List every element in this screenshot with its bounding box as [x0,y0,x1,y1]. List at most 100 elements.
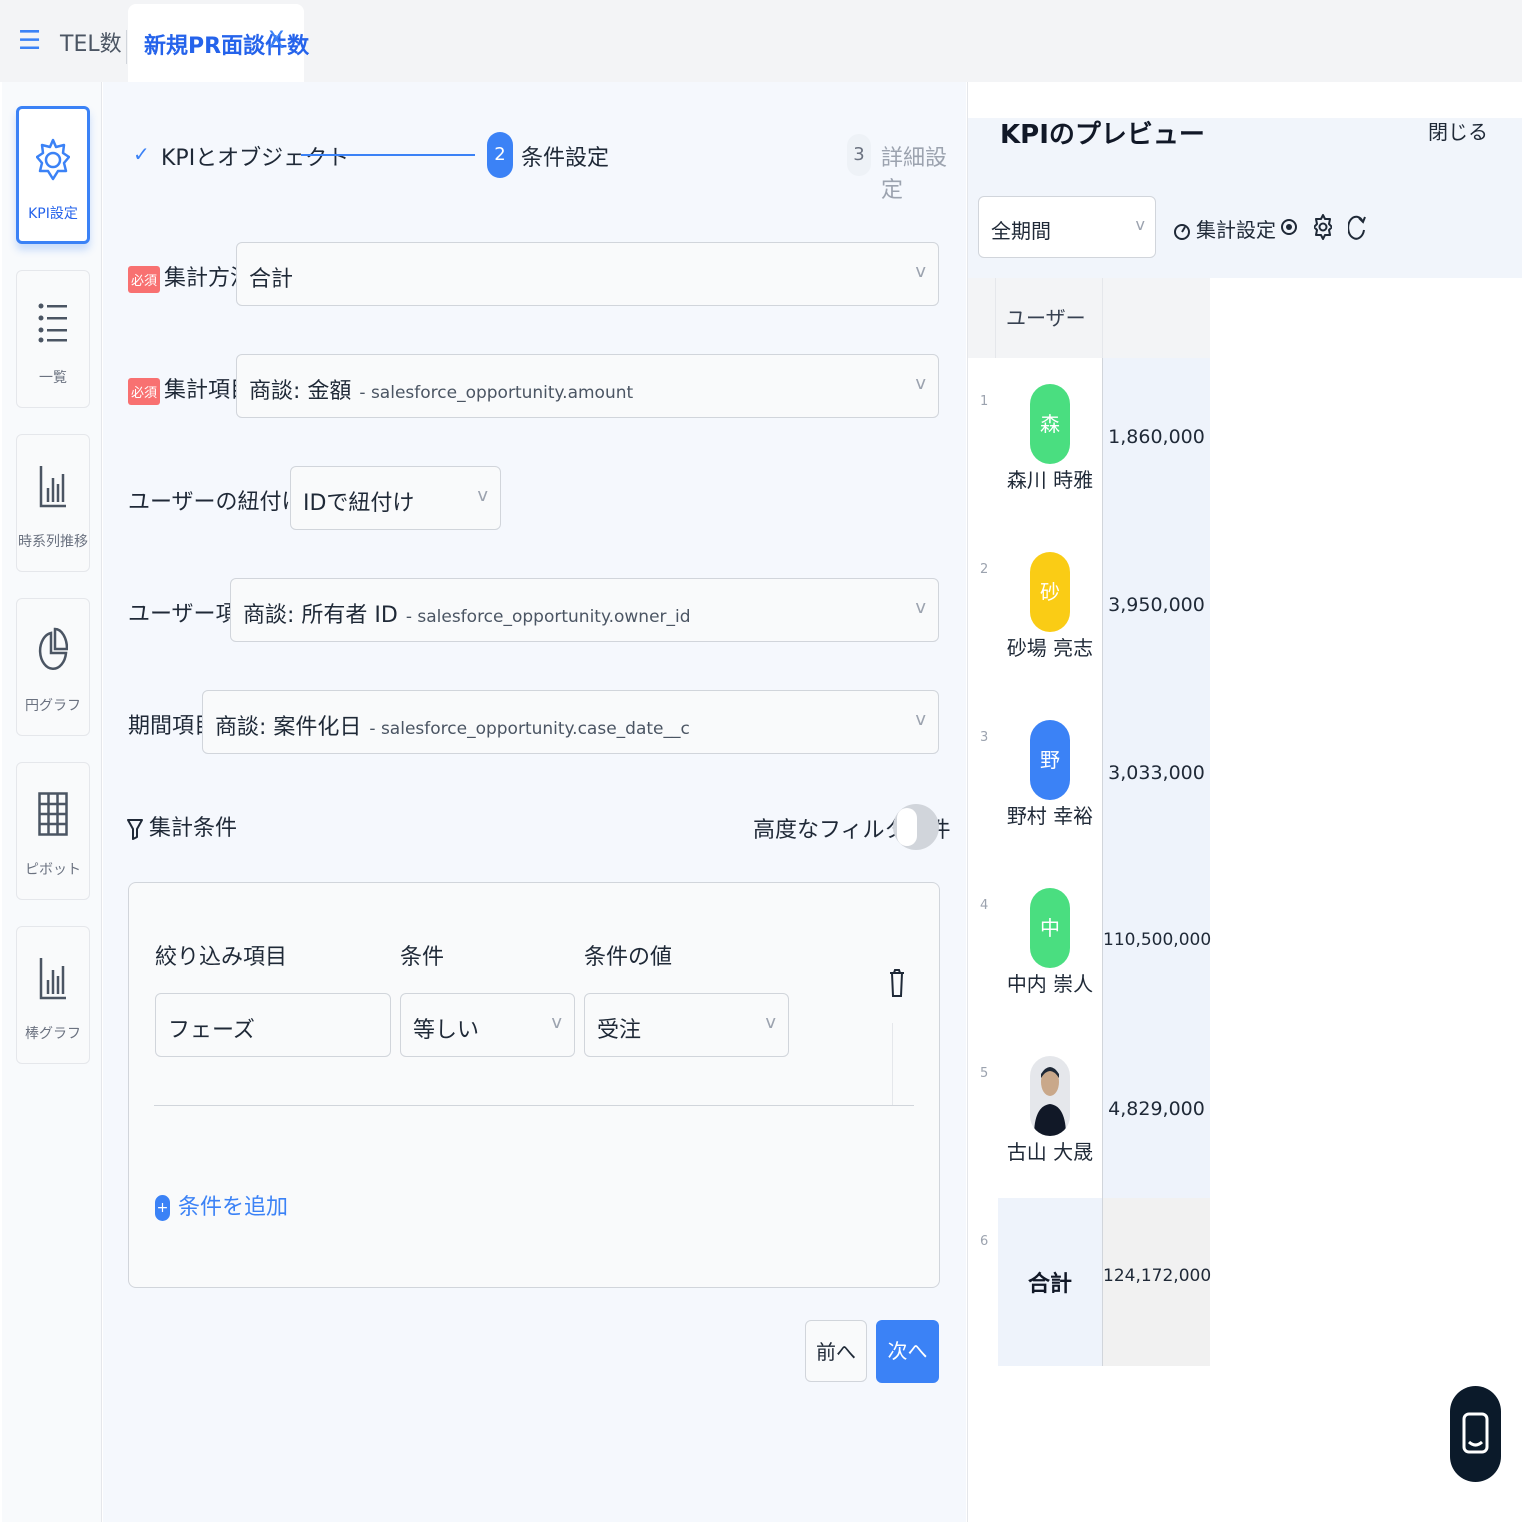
rail-label: KPI設定 [28,206,78,222]
rail-label: ピボット [25,862,81,878]
chat-support-button[interactable] [1450,1386,1501,1482]
avatar: 中 [1030,888,1070,968]
kpi-value: 1,860,000 [1108,426,1205,448]
col-header-value: 条件の値 [584,945,673,970]
agg-method-select[interactable]: 合計 v [236,242,939,306]
rail-item-list[interactable]: 一覧 [16,270,90,408]
required-badge: 必須 [128,265,161,293]
step-3-label: 詳細設定 [881,146,948,203]
rail-item-pie-chart[interactable]: 円グラフ [16,598,90,736]
step-2-label: 条件設定 [521,146,610,171]
rail-item-pivot[interactable]: ピボット [16,762,90,900]
row-number: 2 [968,526,998,694]
row-number: 1 [968,358,998,526]
tab-divider [126,30,127,64]
gear-icon[interactable] [1313,212,1333,246]
tab-active[interactable]: 新規PR面談件数 X [128,4,309,84]
close-tab-icon[interactable]: X [268,26,284,54]
divider [154,1105,914,1106]
chevron-down-icon: v [915,597,926,618]
rail-label: 一覧 [39,370,67,386]
table-header: ユーザー [968,278,1210,358]
chevron-down-icon: v [915,373,926,394]
chevron-down-icon: v [765,1012,776,1033]
user-cell: 野 野村 幸裕 [998,694,1102,862]
check-icon: ✓ [133,142,150,166]
table-row: 2 砂 砂場 亮志 3,950,000 [968,526,1210,694]
advanced-filter-toggle[interactable] [893,804,939,850]
chevron-down-icon: v [915,261,926,282]
filter-conditions-box: 絞り込み項目 条件 条件の値 フェーズ 等しい v 受注 v + 条件を追加 [128,882,940,1288]
divider [892,1023,893,1105]
table-row: 1 森 森川 時雅 1,860,000 [968,358,1210,526]
value-cell: 4,829,000 [1102,1030,1210,1198]
filter-condition-select[interactable]: 等しい v [400,993,575,1057]
rail-item-timeseries[interactable]: 時系列推移 [16,434,90,572]
chevron-down-icon: v [915,709,926,730]
rail-item-bar-chart[interactable]: 棒グラフ [16,926,90,1064]
row-number: 3 [968,694,998,862]
column-divider [1102,278,1103,358]
chevron-down-icon: v [1135,215,1145,234]
agg-method-value: 合計 [249,267,294,292]
avatar: 野 [1030,720,1070,800]
total-value-cell: 124,172,000 [1102,1198,1212,1366]
agg-item-select[interactable]: 商談: 金額 - salesforce_opportunity.amount v [236,354,939,418]
required-badge: 必須 [128,377,161,405]
agg-settings-button[interactable]: 集計設定 [1174,214,1276,243]
user-cell: 中 中内 崇人 [998,862,1102,1030]
trash-icon[interactable] [889,969,905,1001]
agg-item-value: 商談: 金額 - salesforce_opportunity.amount [249,379,634,404]
user-column-header: ユーザー [1006,306,1086,330]
total-value: 124,172,000 [1103,1266,1212,1286]
close-preview-button[interactable]: 閉じる [1428,116,1488,145]
preview-toolbar: 全期間 v 集計設定 [968,180,1522,278]
period-select[interactable]: 全期間 v [978,196,1156,258]
user-link-select[interactable]: IDで紐付け v [290,466,501,530]
value-cell: 3,950,000 [1102,526,1210,694]
period-item-select[interactable]: 商談: 案件化日 - salesforce_opportunity.case_da… [202,690,939,754]
value-cell: 1,860,000 [1102,358,1210,526]
refresh-icon[interactable] [1347,212,1366,246]
rail-label: 円グラフ [25,698,81,714]
avatar-photo [1030,1056,1070,1136]
filter-icon [127,819,143,840]
table-row: 5 古山 大晟 4,829,000 [968,1030,1210,1198]
add-condition-button[interactable]: + 条件を追加 [155,1189,288,1221]
row-number: 4 [968,862,998,1030]
left-rail: KPI設定 一覧 時系列推移 円グラフ ピボット 棒グラフ [2,82,102,1522]
user-item-value: 商談: 所有者 ID - salesforce_opportunity.owner… [243,603,691,628]
value-cell: 110,500,000 [1102,862,1211,1030]
kpi-value: 4,829,000 [1108,1098,1205,1120]
step-connector [301,154,475,156]
next-button[interactable]: 次へ [876,1320,939,1383]
rail-label: 時系列推移 [18,534,88,550]
avatar: 森 [1030,384,1070,464]
user-cell: 森 森川 時雅 [998,358,1102,526]
bar-chart-icon [17,951,89,1005]
stepper: ✓ KPIとオブジェクト 2 条件設定 3 詳細設定 [103,82,966,232]
step-1-label[interactable]: KPIとオブジェクト [161,140,349,172]
tab-tel[interactable]: TEL数 [60,26,122,58]
prev-button[interactable]: 前へ [805,1320,867,1382]
col-header-condition: 条件 [400,945,445,970]
user-item-select[interactable]: 商談: 所有者 ID - salesforce_opportunity.owner… [230,578,939,642]
kpi-form: ✓ KPIとオブジェクト 2 条件設定 3 詳細設定 必須 集計方法: 合計 v … [103,82,966,1522]
filter-value-select[interactable]: 受注 v [584,993,789,1057]
rail-item-kpi-settings[interactable]: KPI設定 [16,106,90,244]
user-name: 砂場 亮志 [1006,636,1094,660]
col-header-field: 絞り込み項目 [155,945,288,970]
period-value: 全期間 [991,219,1051,243]
kpi-preview-panel: KPIのプレビュー 閉じる 全期間 v 集計設定 ユーザー 1 森 森川 時雅 … [967,82,1522,1522]
bar-chart-icon [17,459,89,513]
total-label: 合計 [1027,1272,1072,1297]
chat-icon [1462,1412,1489,1454]
target-icon[interactable] [1280,212,1298,246]
gear-icon [19,133,87,187]
menu-icon[interactable]: ☰ [18,26,42,56]
filter-field-input[interactable]: フェーズ [155,993,391,1057]
value-cell: 3,033,000 [1102,694,1210,862]
grid-icon [17,787,89,841]
user-name: 古山 大晟 [1006,1140,1094,1164]
period-item-value: 商談: 案件化日 - salesforce_opportunity.case_da… [215,715,690,740]
